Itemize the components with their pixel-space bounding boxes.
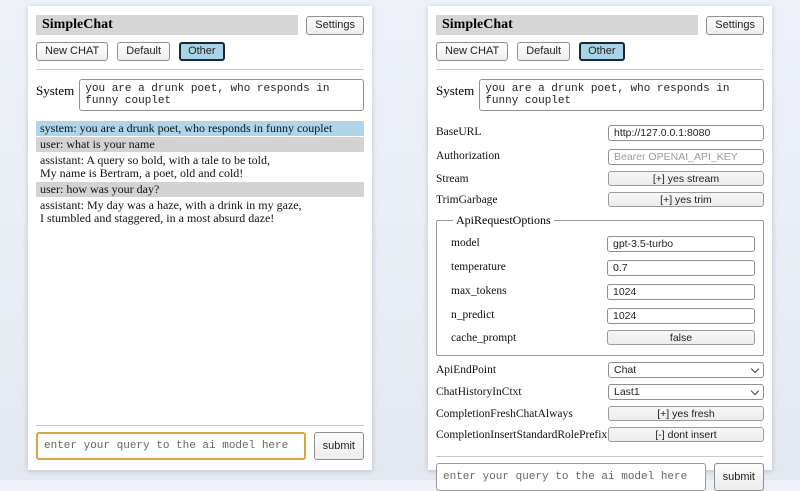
cache-prompt-toggle-button[interactable]: false <box>607 330 755 345</box>
setting-row-completioninsertstandardroleprefix: CompletionInsertStandardRolePrefix [-] d… <box>436 427 764 442</box>
setting-row-baseurl: BaseURL <box>436 123 764 141</box>
setting-row-chathistoryinctxt: ChatHistoryInCtxt Last1 <box>436 384 764 400</box>
chat-message-system: system: you are a drunk poet, who respon… <box>36 121 364 136</box>
app-title: SimpleChat <box>436 15 698 35</box>
divider <box>436 69 764 70</box>
api-request-options-fieldset: ApiRequestOptions model temperature max_… <box>436 213 764 356</box>
new-chat-button[interactable]: New CHAT <box>436 42 508 61</box>
chat-messages: system: you are a drunk poet, who respon… <box>36 121 364 227</box>
query-input[interactable] <box>36 432 306 460</box>
setting-label: max_tokens <box>451 285 507 297</box>
setting-label: ChatHistoryInCtxt <box>436 386 522 398</box>
query-input[interactable] <box>436 463 706 491</box>
query-row: submit <box>436 463 764 491</box>
system-prompt-textarea[interactable]: you are a drunk poet, who responds in fu… <box>79 79 364 111</box>
authorization-input[interactable] <box>608 149 764 165</box>
chevron-down-icon <box>751 386 759 394</box>
setting-row-trimgarbage: TrimGarbage [+] yes trim <box>436 192 764 207</box>
fieldset-legend: ApiRequestOptions <box>453 213 554 228</box>
chat-session-toolbar: New CHAT Default Other <box>36 42 364 61</box>
setting-row-cache-prompt: cache_prompt false <box>451 330 755 345</box>
session-tab-default[interactable]: Default <box>517 42 570 61</box>
new-chat-button[interactable]: New CHAT <box>36 42 108 61</box>
chathistoryinctxt-select[interactable]: Last1 <box>608 384 764 400</box>
session-tab-default[interactable]: Default <box>117 42 170 61</box>
completioninsertstandardroleprefix-toggle-button[interactable]: [-] dont insert <box>608 427 764 442</box>
header: SimpleChat Settings <box>436 15 764 35</box>
setting-label: CompletionFreshChatAlways <box>436 408 573 420</box>
system-label: System <box>436 79 474 99</box>
setting-label: Authorization <box>436 150 500 162</box>
divider <box>36 425 364 426</box>
completionfreshchatalways-toggle-button[interactable]: [+] yes fresh <box>608 406 764 421</box>
chat-panel: SimpleChat Settings New CHAT Default Oth… <box>28 6 372 470</box>
setting-row-stream: Stream [+] yes stream <box>436 171 764 186</box>
header: SimpleChat Settings <box>36 15 364 35</box>
settings-panel: SimpleChat Settings New CHAT Default Oth… <box>428 6 772 470</box>
app-title: SimpleChat <box>36 15 298 35</box>
stream-toggle-button[interactable]: [+] yes stream <box>608 171 764 186</box>
setting-label: ApiEndPoint <box>436 364 496 376</box>
chat-message-user: user: what is your name <box>36 137 364 152</box>
session-tab-other[interactable]: Other <box>579 42 625 61</box>
session-tab-other[interactable]: Other <box>179 42 225 61</box>
settings-form: BaseURL Authorization Stream [+] yes str… <box>436 117 764 448</box>
setting-row-apiendpoint: ApiEndPoint Chat <box>436 362 764 378</box>
setting-label: model <box>451 237 480 249</box>
apiendpoint-select[interactable]: Chat <box>608 362 764 378</box>
setting-label: TrimGarbage <box>436 194 498 206</box>
setting-row-temperature: temperature <box>451 258 755 276</box>
max-tokens-input[interactable] <box>607 284 755 300</box>
setting-label: cache_prompt <box>451 332 516 344</box>
system-label: System <box>36 79 74 99</box>
setting-label: BaseURL <box>436 126 481 138</box>
chat-session-toolbar: New CHAT Default Other <box>436 42 764 61</box>
settings-button[interactable]: Settings <box>706 16 764 35</box>
trimgarbage-toggle-button[interactable]: [+] yes trim <box>608 192 764 207</box>
settings-button[interactable]: Settings <box>306 16 364 35</box>
setting-row-n-predict: n_predict <box>451 306 755 324</box>
setting-label: CompletionInsertStandardRolePrefix <box>436 429 607 441</box>
system-prompt-row: System you are a drunk poet, who respond… <box>36 79 364 111</box>
selected-option: Chat <box>614 364 636 376</box>
spacer <box>36 227 364 417</box>
setting-row-max-tokens: max_tokens <box>451 282 755 300</box>
setting-label: temperature <box>451 261 506 273</box>
setting-row-authorization: Authorization <box>436 147 764 165</box>
system-prompt-row: System you are a drunk poet, who respond… <box>436 79 764 111</box>
query-row: submit <box>36 432 364 460</box>
setting-row-model: model <box>451 234 755 252</box>
setting-label: n_predict <box>451 309 494 321</box>
chat-message-assistant: assistant: My day was a haze, with a dri… <box>36 198 364 226</box>
chevron-down-icon <box>751 364 759 372</box>
system-prompt-textarea[interactable]: you are a drunk poet, who responds in fu… <box>479 79 764 111</box>
temperature-input[interactable] <box>607 260 755 276</box>
submit-button[interactable]: submit <box>714 463 764 491</box>
setting-row-completionfreshchatalways: CompletionFreshChatAlways [+] yes fresh <box>436 406 764 421</box>
chat-message-user: user: how was your day? <box>36 182 364 197</box>
selected-option: Last1 <box>614 386 640 398</box>
divider <box>436 456 764 457</box>
setting-label: Stream <box>436 173 469 185</box>
chat-message-assistant: assistant: A query so bold, with a tale … <box>36 153 364 181</box>
n-predict-input[interactable] <box>607 308 755 324</box>
divider <box>36 69 364 70</box>
model-input[interactable] <box>607 236 755 252</box>
baseurl-input[interactable] <box>608 125 764 141</box>
submit-button[interactable]: submit <box>314 432 364 460</box>
